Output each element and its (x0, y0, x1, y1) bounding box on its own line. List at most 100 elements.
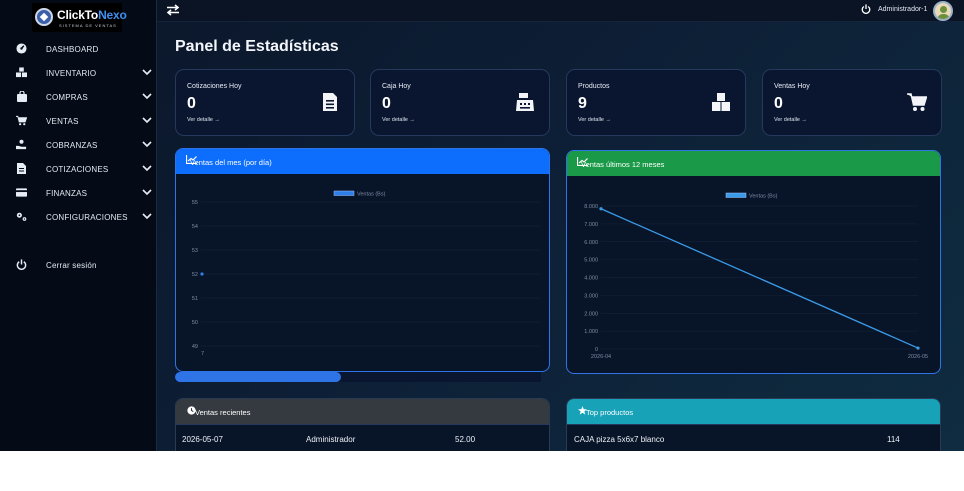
chevron-down-icon[interactable] (141, 210, 153, 222)
panel-title: Ventas del mes (por día) (190, 158, 272, 167)
shopping-bag-icon (16, 91, 27, 102)
boxes-icon (16, 67, 27, 78)
sidebar-item-configuraciones[interactable]: CONFIGURACIONES (0, 205, 157, 229)
y-tick-label: 3.000 (584, 293, 598, 299)
sidebar: ClickToNexo SISTEMA DE VENTAS DASHBOARD … (0, 0, 157, 451)
y-tick-label: 50 (192, 320, 198, 326)
brand-logo[interactable]: ClickToNexo SISTEMA DE VENTAS (32, 3, 127, 32)
gears-icon (16, 211, 27, 222)
y-tick-label: 55 (192, 200, 198, 206)
panel-header: Ventas recientes (176, 399, 549, 424)
chevron-down-icon[interactable] (141, 66, 153, 78)
invoice-icon (16, 163, 27, 174)
legend-swatch (725, 192, 747, 198)
panel-header: Ventas últimos 12 meses (567, 151, 940, 176)
sidebar-item-cobranzas[interactable]: COBRANZAS (0, 133, 157, 157)
hand-money-icon (16, 139, 27, 150)
brand-tagline: SISTEMA DE VENTAS (59, 23, 117, 28)
logo-mark-icon (35, 8, 53, 26)
card-detail-link[interactable]: Ver detalle → (382, 117, 415, 123)
sidebar-item-finanzas[interactable]: FINANZAS (0, 181, 157, 205)
chart-scroll-thumb[interactable] (175, 372, 341, 382)
data-point (200, 272, 204, 276)
power-icon (16, 259, 27, 270)
chevron-down-icon[interactable] (141, 162, 153, 174)
credit-card-icon (16, 187, 27, 198)
toggle-sidebar-icon[interactable] (166, 3, 180, 17)
legend-label: Ventas (Bs) (357, 191, 386, 197)
chevron-down-icon[interactable] (141, 114, 153, 126)
logout-button[interactable]: Cerrar sesión (0, 253, 157, 277)
power-icon[interactable] (861, 4, 871, 14)
sidebar-item-ventas[interactable]: VENTAS (0, 109, 157, 133)
card-detail-link[interactable]: Ver detalle → (774, 117, 807, 123)
chevron-down-icon[interactable] (141, 186, 153, 198)
y-tick-label: 51 (192, 296, 198, 302)
sidebar-item-dashboard[interactable]: DASHBOARD (0, 37, 157, 61)
x-tick-label: 7 (201, 351, 204, 357)
panel-header: Top productos (567, 399, 940, 424)
monthly-sales-panel: Ventas últimos 12 meses 8.000 7.000 6.000 5… (566, 150, 941, 374)
chevron-down-icon[interactable] (141, 90, 153, 102)
sidebar-item-label: COBRANZAS (46, 141, 98, 150)
panel-title: Ventas últimos 12 meses (581, 160, 665, 169)
y-tick-label: 2.000 (584, 311, 598, 317)
card-title: Productos (578, 83, 610, 90)
y-tick-label: 4.000 (584, 276, 598, 282)
top-product-qty: 114 (887, 435, 900, 444)
y-tick-label: 53 (192, 248, 198, 254)
card-detail-link[interactable]: Ver detalle → (187, 117, 220, 123)
sidebar-item-label: FINANZAS (46, 189, 88, 198)
y-tick-label: 7.000 (584, 222, 598, 228)
daily-sales-chart: 55 54 53 52 51 50 497 Ventas (Bs) (192, 190, 541, 357)
card-value: 9 (578, 95, 587, 112)
stat-card-caja: Caja Hoy 0 Ver detalle → (370, 69, 550, 136)
sidebar-item-label: DASHBOARD (46, 45, 99, 54)
card-detail-link[interactable]: Ver detalle → (578, 117, 611, 123)
user-name[interactable]: Administrador-1 (878, 6, 927, 13)
legend-label: Ventas (Bs) (749, 193, 778, 199)
y-tick-label: 5.000 (584, 258, 598, 264)
avatar[interactable] (933, 1, 953, 21)
x-tick-label: 2026-05 (908, 354, 928, 360)
cart-icon (16, 115, 27, 126)
sidebar-item-compras[interactable]: COMPRAS (0, 85, 157, 109)
stat-card-productos: Productos 9 Ver detalle → (566, 69, 746, 136)
legend-swatch (333, 190, 355, 196)
panel-title: Ventas recientes (195, 408, 251, 417)
sidebar-item-label: COMPRAS (46, 93, 88, 102)
cart-icon (907, 93, 927, 111)
y-tick-label: 6.000 (584, 240, 598, 246)
card-value: 0 (382, 95, 391, 112)
y-tick-label: 54 (192, 224, 198, 230)
y-tick-label: 8.000 (584, 204, 598, 210)
sidebar-item-label: COTIZACIONES (46, 165, 109, 174)
recent-sale-amount: 52.00 (455, 435, 476, 444)
daily-sales-panel: Ventas del mes (por día) 55 54 53 52 51 50 49 7… (175, 148, 550, 372)
chevron-down-icon[interactable] (141, 138, 153, 150)
panel-header: Ventas del mes (por día) (176, 149, 549, 174)
panel-title: Top productos (586, 408, 634, 417)
card-title: Cotizaciones Hoy (187, 83, 242, 90)
data-point (599, 207, 603, 211)
cash-register-icon (516, 93, 534, 111)
stat-card-ventas: Ventas Hoy 0 Ver detalle → (762, 69, 942, 136)
card-value: 0 (187, 95, 196, 112)
y-tick-label: 1.000 (584, 329, 598, 335)
monthly-sales-chart: 8.000 7.000 6.000 5.000 4.000 3.000 2.000 1.000… (584, 192, 928, 360)
stat-card-cotizaciones: Cotizaciones Hoy 0 Ver detalle → (175, 69, 355, 136)
logout-label: Cerrar sesión (46, 261, 97, 270)
invoice-icon (323, 93, 337, 111)
sidebar-nav: DASHBOARD INVENTARIO COMPRAS VENTAS COBR… (0, 37, 157, 229)
dashboard-icon (16, 43, 27, 54)
top-product-name: CAJA pizza 5x6x7 blanco (574, 435, 665, 444)
y-tick-label: 52 (192, 272, 198, 278)
boxes-icon (712, 93, 730, 111)
recent-sale-date: 2026-05-07 (182, 435, 223, 444)
card-value: 0 (774, 95, 783, 112)
sidebar-item-inventario[interactable]: INVENTARIO (0, 61, 157, 85)
sidebar-item-label: VENTAS (46, 117, 79, 126)
app-window: ClickToNexo SISTEMA DE VENTAS DASHBOARD … (0, 0, 964, 451)
sidebar-item-cotizaciones[interactable]: COTIZACIONES (0, 157, 157, 181)
x-tick-label: 2026-04 (591, 354, 611, 360)
